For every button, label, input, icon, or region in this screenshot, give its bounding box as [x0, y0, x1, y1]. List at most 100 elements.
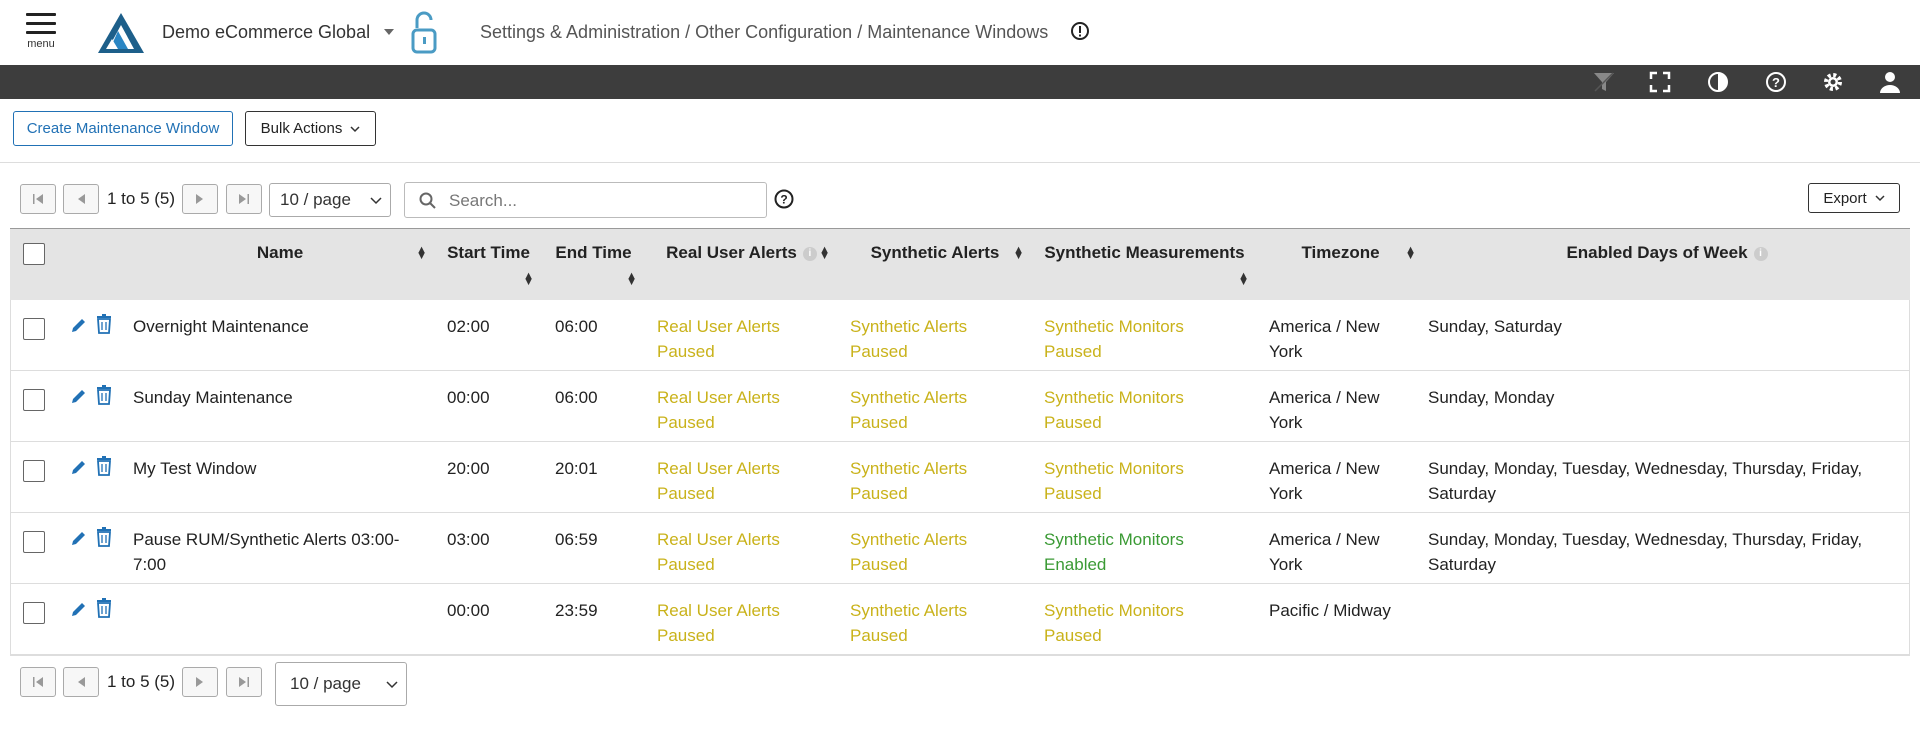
sort-icon[interactable]: ▲ ▼: [819, 245, 830, 262]
contrast-icon[interactable]: [1706, 70, 1730, 94]
top-header: menu Demo eCommerce Global Settings & Ad…: [0, 0, 1920, 65]
help-icon[interactable]: ?: [1764, 70, 1788, 94]
start-time-cell: 03:00: [447, 530, 490, 549]
app-title[interactable]: Demo eCommerce Global: [162, 22, 370, 43]
first-page-icon: [33, 677, 43, 687]
menu-label: menu: [27, 38, 55, 50]
synthetic-alerts-cell: Synthetic Alerts Paused: [850, 601, 968, 645]
synthetic-alerts-cell: Synthetic Alerts Paused: [850, 530, 968, 574]
trash-icon[interactable]: [96, 385, 112, 405]
page-size-select[interactable]: 10 / page: [269, 183, 391, 217]
row-checkbox[interactable]: [23, 531, 45, 553]
edit-pencil-icon[interactable]: [70, 387, 88, 405]
real-user-alerts-cell: Real User Alerts Paused: [657, 530, 780, 574]
synthetic-alerts-cell: Synthetic Alerts Paused: [850, 388, 968, 432]
unlock-icon[interactable]: [410, 10, 440, 61]
fullscreen-icon[interactable]: [1648, 70, 1672, 94]
name-cell: Pause RUM/Synthetic Alerts 03:00-7:00: [133, 530, 400, 574]
timezone-cell: America / New York: [1269, 388, 1380, 432]
info-icon[interactable]: i: [1753, 246, 1768, 261]
search-help-icon[interactable]: ?: [774, 189, 794, 214]
user-icon[interactable]: [1878, 70, 1902, 94]
prev-page-button[interactable]: [63, 667, 99, 697]
row-checkbox[interactable]: [23, 317, 45, 340]
table-row: Pause RUM/Synthetic Alerts 03:00-7:00 03:…: [10, 513, 1910, 584]
col-header-real-user-alerts[interactable]: Real User Alerts i ▲ ▼: [645, 228, 838, 300]
breadcrumb: Settings & Administration / Other Config…: [480, 22, 1049, 42]
col-label: Timezone: [1301, 243, 1380, 262]
last-page-icon: [239, 194, 249, 204]
hamburger-icon-bar: [26, 22, 56, 25]
col-header-synthetic-alerts[interactable]: Synthetic Alerts ▲ ▼: [838, 228, 1032, 300]
sort-icon[interactable]: ▲ ▼: [1013, 245, 1024, 262]
col-header-start-time[interactable]: Start Time ▲ ▼: [435, 228, 542, 300]
sort-icon[interactable]: ▲ ▼: [1405, 245, 1416, 262]
row-checkbox[interactable]: [23, 460, 45, 482]
sort-icon[interactable]: ▲ ▼: [1238, 271, 1249, 288]
brand-logo-icon[interactable]: [98, 13, 144, 58]
end-time-cell: 06:00: [555, 388, 598, 407]
hamburger-icon: [26, 13, 56, 16]
page-size-value: 10 / page: [280, 190, 351, 209]
search-input[interactable]: Search...: [404, 182, 767, 218]
info-icon[interactable]: i: [802, 246, 817, 261]
enabled-days-cell: Sunday, Monday: [1428, 388, 1555, 407]
edit-pencil-icon[interactable]: [70, 600, 88, 618]
sort-icon[interactable]: ▲ ▼: [626, 271, 637, 288]
row-checkbox[interactable]: [23, 602, 45, 624]
next-page-button[interactable]: [182, 667, 218, 697]
sort-icon[interactable]: ▲ ▼: [523, 271, 534, 288]
col-header-end-time[interactable]: End Time ▲ ▼: [542, 228, 645, 300]
gear-icon[interactable]: [1821, 70, 1845, 94]
synthetic-measurements-cell: Synthetic Monitors Paused: [1044, 459, 1184, 503]
alert-icon[interactable]: [1070, 21, 1090, 46]
chevron-down-icon: [370, 197, 382, 205]
global-toolbar: ?: [0, 65, 1920, 99]
last-page-button[interactable]: [226, 667, 262, 697]
trash-icon[interactable]: [96, 598, 112, 618]
start-time-cell: 20:00: [447, 459, 490, 478]
end-time-cell: 06:59: [555, 530, 598, 549]
chevron-down-icon[interactable]: [383, 24, 395, 42]
edit-pencil-icon[interactable]: [70, 458, 88, 476]
col-header-synthetic-measurements[interactable]: Synthetic Measurements ▲ ▼: [1032, 228, 1257, 300]
sort-icon[interactable]: ▲ ▼: [416, 245, 427, 262]
prev-page-button[interactable]: [63, 184, 99, 214]
col-header-timezone[interactable]: Timezone ▲ ▼: [1257, 228, 1424, 300]
menu-button[interactable]: menu: [26, 13, 56, 50]
edit-pencil-icon[interactable]: [70, 529, 88, 547]
trash-icon[interactable]: [96, 313, 112, 334]
synthetic-alerts-cell: Synthetic Alerts Paused: [850, 316, 968, 361]
first-page-button[interactable]: [20, 667, 56, 697]
edit-pencil-icon[interactable]: [70, 316, 88, 334]
next-page-button[interactable]: [182, 184, 218, 214]
synthetic-measurements-cell: Synthetic Monitors Enabled: [1044, 530, 1184, 574]
real-user-alerts-cell: Real User Alerts Paused: [657, 388, 780, 432]
table-header-row: Name ▲ ▼ Start Time ▲ ▼ End Time ▲ ▼ Real User…: [10, 228, 1910, 300]
end-time-cell: 06:00: [555, 316, 598, 336]
table-row: Overnight Maintenance 02:00 06:00 Real User…: [10, 300, 1910, 371]
maintenance-windows-table: Name ▲ ▼ Start Time ▲ ▼ End Time ▲ ▼ Real User…: [10, 228, 1910, 655]
create-maintenance-window-button[interactable]: Create Maintenance Window: [13, 111, 233, 146]
select-all-checkbox[interactable]: [23, 243, 45, 265]
chevron-down-icon: [386, 681, 398, 689]
trash-icon[interactable]: [96, 456, 112, 476]
row-checkbox[interactable]: [23, 389, 45, 411]
page-size-select[interactable]: 10 / page: [275, 662, 407, 706]
export-button[interactable]: Export: [1808, 183, 1900, 213]
name-cell: My Test Window: [133, 459, 257, 478]
row-actions-cell: [10, 442, 125, 513]
hamburger-icon-bar: [26, 31, 56, 34]
last-page-button[interactable]: [226, 184, 262, 214]
col-header-enabled-days[interactable]: Enabled Days of Week i: [1424, 228, 1910, 300]
col-header-name[interactable]: Name ▲ ▼: [125, 228, 435, 300]
chevron-down-icon: [350, 125, 360, 132]
first-page-button[interactable]: [20, 184, 56, 214]
filter-icon[interactable]: [1592, 70, 1616, 94]
trash-icon[interactable]: [96, 527, 112, 547]
real-user-alerts-cell: Real User Alerts Paused: [657, 316, 780, 361]
prev-page-icon: [78, 194, 85, 204]
bulk-actions-button[interactable]: Bulk Actions: [245, 111, 376, 146]
col-label: Enabled Days of Week: [1566, 243, 1748, 262]
last-page-icon: [239, 677, 249, 687]
